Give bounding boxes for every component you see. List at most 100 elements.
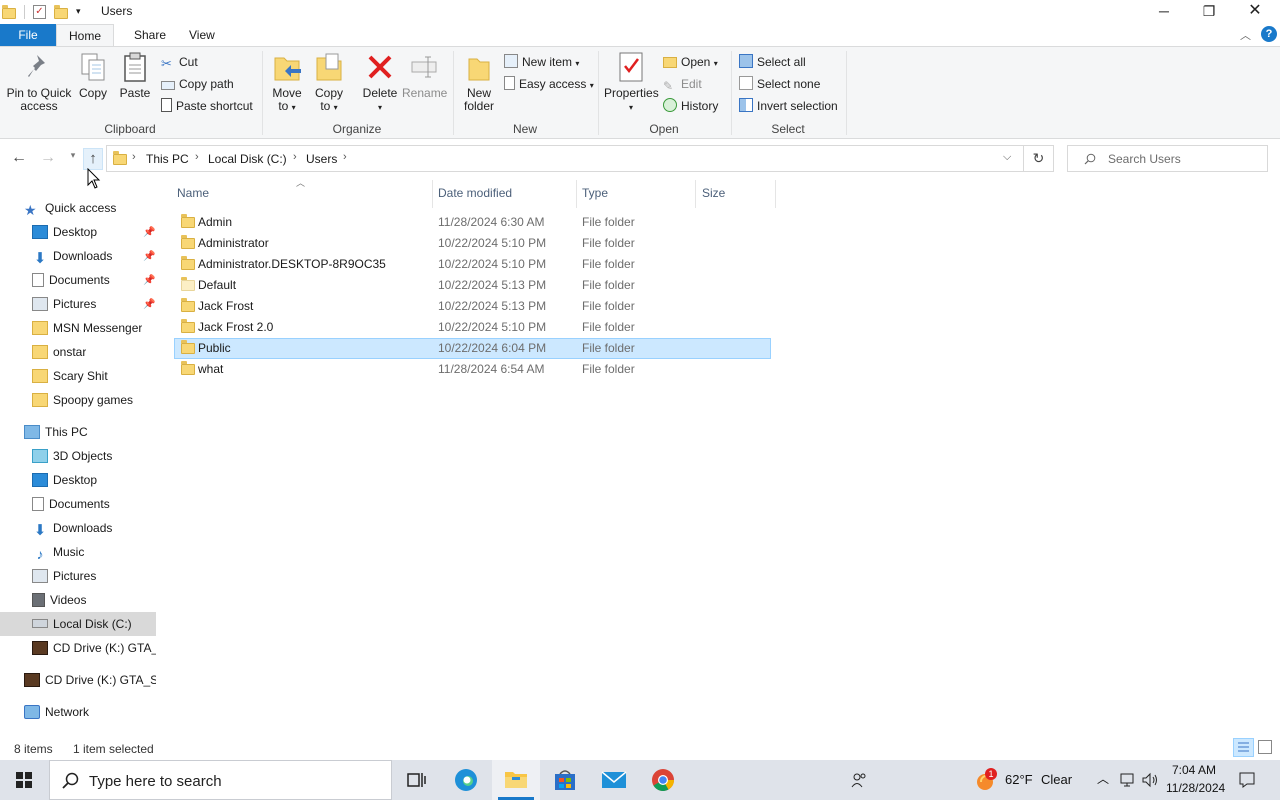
chevron-right-icon[interactable]: › <box>195 151 199 163</box>
paste-shortcut-button[interactable]: Paste shortcut <box>161 98 253 114</box>
volume-icon[interactable] <box>1141 772 1159 788</box>
sidebar-item-cd-drive[interactable]: CD Drive (K:) GTA_S <box>32 636 156 660</box>
pin-icon[interactable]: 📌 <box>143 251 155 262</box>
sidebar-item-downloads-pc[interactable]: ⬇ Downloads <box>32 516 113 540</box>
details-view-button[interactable] <box>1233 738 1254 757</box>
properties-icon[interactable]: ✓ <box>33 4 46 19</box>
move-to-button[interactable]: Move to ▾ <box>270 51 304 114</box>
divider[interactable] <box>432 180 433 208</box>
up-button[interactable]: ↑ <box>83 148 103 170</box>
close-button[interactable]: ✕ <box>1232 0 1278 24</box>
table-row[interactable]: Administrator.DESKTOP-8R9OC35 10/22/2024 … <box>174 254 771 275</box>
cut-button[interactable]: ✂ Cut <box>161 54 198 71</box>
search-input[interactable]: Search Users <box>1067 145 1268 172</box>
history-button[interactable]: History <box>663 98 718 114</box>
new-item-button[interactable]: New item ▾ <box>504 54 579 72</box>
recent-locations-button[interactable]: ▾ <box>63 150 83 161</box>
column-header-date-modified[interactable]: Date modified <box>438 186 512 200</box>
sidebar-item-desktop[interactable]: Desktop <box>32 220 97 244</box>
breadcrumb-local-disk[interactable]: Local Disk (C:) <box>208 152 287 166</box>
chevron-right-icon[interactable]: › <box>343 151 347 163</box>
breadcrumb-users[interactable]: Users <box>306 152 337 166</box>
sidebar-item-local-disk[interactable]: Local Disk (C:) <box>32 612 132 636</box>
column-header-type[interactable]: Type <box>582 186 608 200</box>
large-icons-view-button[interactable] <box>1258 740 1272 754</box>
sidebar-item-msn-messenger[interactable]: MSN Messenger <box>32 316 142 340</box>
windows-start-icon[interactable] <box>16 772 32 788</box>
breadcrumb-this-pc[interactable]: This PC <box>146 152 189 166</box>
clock-date[interactable]: 11/28/2024 <box>1166 781 1225 795</box>
sidebar-item-documents[interactable]: Documents <box>32 268 110 292</box>
sidebar-item-scary-shit[interactable]: Scary Shit <box>32 364 108 388</box>
sidebar-item-desktop-pc[interactable]: Desktop <box>32 468 97 492</box>
weather-temperature[interactable]: 62°F <box>1005 772 1033 787</box>
table-row[interactable]: what 11/28/2024 6:54 AM File folder <box>174 359 771 380</box>
new-folder-icon[interactable] <box>54 5 68 19</box>
notifications-icon[interactable] <box>1238 771 1256 789</box>
microsoft-store-icon[interactable] <box>552 768 578 792</box>
sidebar-item-videos[interactable]: Videos <box>32 588 86 612</box>
tab-file[interactable]: File <box>0 24 56 46</box>
sidebar-item-network[interactable]: Network <box>24 700 89 724</box>
properties-button[interactable]: Properties ▾ <box>604 51 659 114</box>
taskbar-search-input[interactable]: Type here to search <box>49 760 392 800</box>
sidebar-item-3d-objects[interactable]: 3D Objects <box>32 444 112 468</box>
sidebar-item-quick-access[interactable]: ★ Quick access <box>24 196 116 220</box>
pin-icon[interactable]: 📌 <box>143 275 155 286</box>
paste-button[interactable]: Paste <box>118 51 152 100</box>
invert-selection-button[interactable]: Invert selection <box>739 98 838 114</box>
sidebar-item-pictures[interactable]: Pictures <box>32 292 96 316</box>
weather-condition[interactable]: Clear <box>1041 772 1072 787</box>
table-row[interactable]: Default 10/22/2024 5:13 PM File folder <box>174 275 771 296</box>
chevron-right-icon[interactable]: › <box>132 151 136 163</box>
clock-time[interactable]: 7:04 AM <box>1172 763 1216 777</box>
show-hidden-icons-chevron-up-icon[interactable]: ︿ <box>1097 770 1109 787</box>
column-header-size[interactable]: Size <box>702 186 725 200</box>
back-button[interactable]: ← <box>9 149 29 167</box>
task-view-icon[interactable] <box>403 768 429 792</box>
tab-home[interactable]: Home <box>56 24 114 46</box>
restore-button[interactable]: ❐ <box>1186 0 1232 24</box>
table-row-selected[interactable]: Public 10/22/2024 6:04 PM File folder <box>174 338 771 359</box>
address-history-dropdown[interactable]: ⌵ <box>1003 151 1011 164</box>
collapse-ribbon-icon[interactable]: ︿ <box>1240 27 1251 43</box>
edit-button[interactable]: ✎ Edit <box>663 76 702 93</box>
edge-browser-icon[interactable] <box>453 768 479 792</box>
divider[interactable] <box>775 180 776 208</box>
chrome-browser-icon[interactable] <box>650 768 676 792</box>
sidebar-item-cd-drive-root[interactable]: CD Drive (K:) GTA_SA <box>24 668 156 692</box>
divider[interactable] <box>695 180 696 208</box>
open-button[interactable]: Open ▾ <box>663 54 718 72</box>
pin-to-quick-access-button[interactable]: Pin to Quick access <box>6 51 72 113</box>
new-folder-button[interactable]: New folder <box>460 51 498 113</box>
table-row[interactable]: Jack Frost 10/22/2024 5:13 PM File folder <box>174 296 771 317</box>
sidebar-item-onstar[interactable]: onstar <box>32 340 86 364</box>
table-row[interactable]: Jack Frost 2.0 10/22/2024 5:10 PM File fol… <box>174 317 771 338</box>
tab-share[interactable]: Share <box>122 24 178 46</box>
network-icon[interactable] <box>1118 772 1136 788</box>
rename-button[interactable]: Rename <box>402 51 447 100</box>
chevron-right-icon[interactable]: › <box>293 151 297 163</box>
table-row[interactable]: Admin 11/28/2024 6:30 AM File folder <box>174 212 771 233</box>
divider[interactable] <box>576 180 577 208</box>
sidebar-item-downloads[interactable]: ⬇ Downloads <box>32 244 113 268</box>
easy-access-button[interactable]: Easy access ▾ <box>504 76 594 94</box>
copy-button[interactable]: Copy <box>76 51 110 100</box>
pin-icon[interactable]: 📌 <box>143 299 155 310</box>
column-header-name[interactable]: Name <box>177 186 209 200</box>
forward-button[interactable]: → <box>38 149 58 167</box>
table-row[interactable]: Administrator 10/22/2024 5:10 PM File fold… <box>174 233 771 254</box>
delete-button[interactable]: Delete ▾ <box>360 51 400 114</box>
pin-icon[interactable]: 📌 <box>143 227 155 238</box>
copy-to-button[interactable]: Copy to ▾ <box>312 51 346 114</box>
sidebar-item-pictures-pc[interactable]: Pictures <box>32 564 96 588</box>
select-all-button[interactable]: Select all <box>739 54 806 70</box>
copy-path-button[interactable]: Copy path <box>161 76 234 92</box>
file-explorer-taskbar-button[interactable] <box>492 760 540 800</box>
sidebar-item-this-pc[interactable]: This PC <box>24 420 88 444</box>
customize-toolbar-icon[interactable]: ▾ <box>76 6 81 17</box>
mail-icon[interactable] <box>601 768 627 792</box>
select-none-button[interactable]: Select none <box>739 76 820 92</box>
address-bar[interactable]: › This PC › Local Disk (C:) › Users › ⌵ <box>106 145 1024 172</box>
minimize-button[interactable]: ─ <box>1141 0 1187 24</box>
